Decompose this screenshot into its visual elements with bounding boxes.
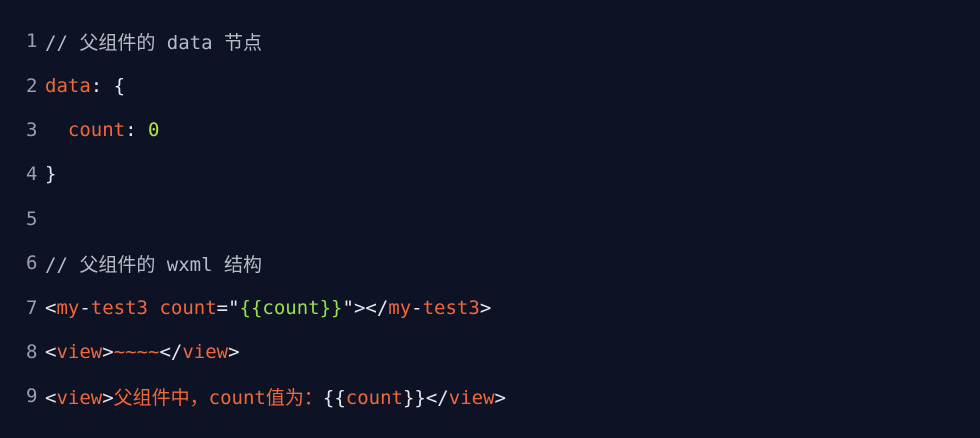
code-text: <view>~~~~</view> [45, 341, 240, 363]
code-token: view [448, 386, 495, 409]
code-token: my [56, 296, 80, 319]
code-line-1: 1 // 父组件的 data 节点 [0, 19, 980, 63]
code-text: } [45, 163, 56, 185]
code-line-7: 7 <my-test3 count="{{count}}"></my-test3> [0, 285, 980, 329]
code-text: // 父组件的 wxml 结构 [45, 250, 262, 277]
code-line-3: 3 count: 0 [0, 108, 980, 152]
code-token: view [56, 340, 103, 363]
code-token: data [45, 74, 91, 97]
code-token: < [45, 296, 57, 319]
code-token: count [67, 118, 126, 141]
code-token: : [125, 118, 148, 141]
code-line-6: 6 // 父组件的 wxml 结构 [0, 241, 980, 285]
code-line-2: 2 data: { [0, 63, 980, 107]
code-text: count: 0 [45, 118, 160, 141]
code-line-5: 5 [0, 197, 980, 241]
code-token: < [45, 386, 57, 409]
code-text: <view>父组件中，count值为：{{count}}</view> [45, 383, 506, 410]
code-token: count [159, 296, 217, 319]
code-token: // 父组件的 wxml 结构 [45, 253, 262, 276]
code-token: 父组件中，count值为： [113, 386, 323, 409]
code-token: : { [90, 74, 126, 97]
code-token: test3 [422, 296, 480, 319]
code-line-8: 8 <view>~~~~</view> [0, 330, 980, 374]
code-token: 0 [147, 118, 160, 141]
line-number: 4 [26, 163, 38, 186]
code-token: count [345, 386, 403, 409]
code-editor: 1// 父组件的 data 节点 2 data: {3 count: 0 4} 5 6//… [0, 0, 980, 438]
code-token: > [102, 340, 114, 363]
code-token: // 父组件的 data 节点 [45, 31, 262, 54]
line-number: 5 [26, 207, 38, 230]
code-token: </ [425, 386, 449, 409]
code-token: < [45, 340, 57, 363]
code-token: ~~~~ [113, 340, 160, 363]
code-text: // 父组件的 data 节点 [45, 28, 262, 55]
code-token: =" [216, 296, 240, 319]
code-token: view [56, 386, 103, 409]
code-token: - [411, 296, 423, 319]
line-number: 3 [26, 118, 38, 141]
code-token: {{ [322, 386, 346, 409]
code-token: test3 [90, 296, 148, 319]
code-token: my [388, 296, 412, 319]
code-token: > [479, 296, 492, 319]
code-token: </ [159, 340, 183, 363]
code-text: data: { [45, 75, 125, 97]
code-token: "></ [342, 296, 389, 319]
code-token: > [102, 386, 114, 409]
line-number: 8 [26, 340, 38, 363]
code-token: {{count}} [239, 296, 343, 319]
code-text: <my-test3 count="{{count}}"></my-test3> [45, 297, 491, 319]
code-token: } [45, 163, 57, 186]
line-number: 1 [26, 30, 38, 53]
code-token: - [79, 296, 91, 319]
line-number: 2 [26, 74, 38, 97]
code-line-9: 9 <view>父组件中，count值为：{{count}}</view> [0, 374, 980, 418]
line-number: 6 [26, 252, 38, 275]
code-token: > [494, 386, 506, 409]
line-number: 9 [26, 385, 38, 408]
code-token: view [182, 340, 229, 363]
code-token: > [228, 340, 240, 363]
line-number: 7 [26, 296, 38, 319]
code-token: }} [402, 386, 426, 409]
code-line-4: 4} [0, 152, 980, 196]
